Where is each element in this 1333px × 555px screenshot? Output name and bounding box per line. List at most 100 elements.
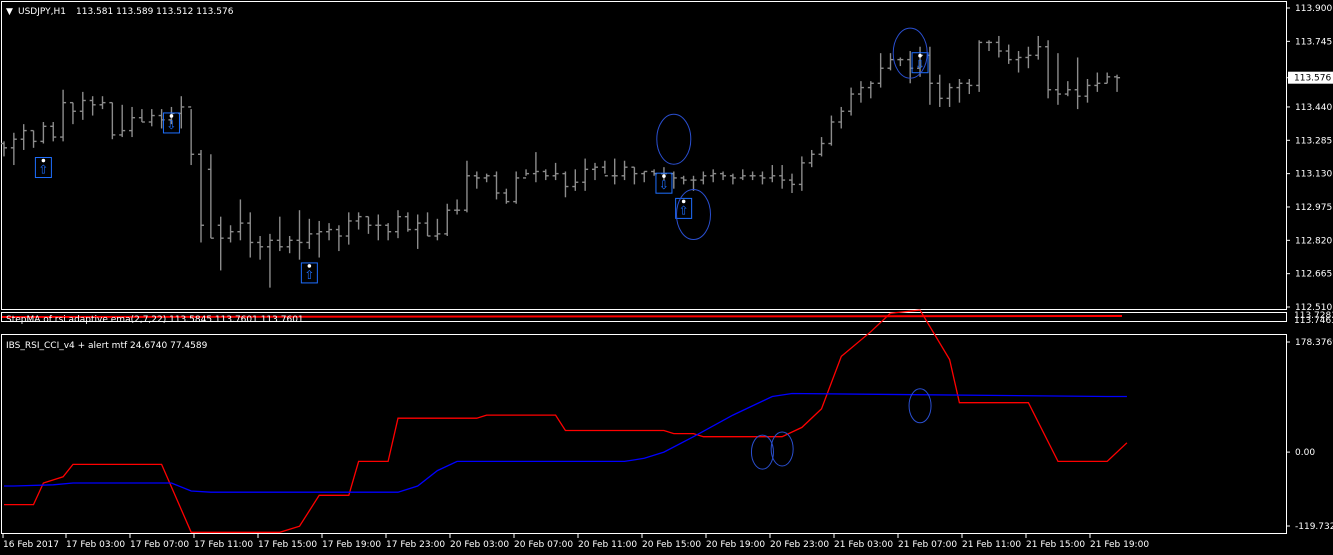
ohlc-bar: [20, 124, 27, 150]
ohlc-bar: [552, 162, 559, 181]
sell-arrow-icon[interactable]: ⇩: [655, 172, 673, 194]
ohlc-bar: [995, 35, 1002, 58]
ohlc-bar: [89, 96, 96, 116]
ohlc-bar: [513, 171, 520, 204]
header-symbol: USDJPY,H1: [18, 7, 66, 17]
sell-arrow-icon[interactable]: ⇩: [162, 112, 180, 134]
ohlc-bar: [326, 223, 333, 241]
ohlc-bar: [759, 171, 766, 185]
ohlc-bar: [828, 115, 835, 146]
ohlc-bar: [739, 169, 746, 181]
ohlc-bar: [385, 223, 392, 241]
price-tick-label: 113.440: [1295, 103, 1332, 113]
ohlc-bar: [986, 40, 992, 52]
ohlc-bar: [749, 171, 756, 181]
ohlc-bar: [473, 171, 480, 189]
ohlc-bar: [69, 101, 76, 125]
time-tick-label: 16 Feb 2017: [3, 540, 59, 550]
ohlc-bar: [1064, 81, 1071, 97]
ohlc-bar: [690, 175, 697, 191]
ohlc-bar: [887, 53, 894, 71]
indicator-blue-line: [4, 392, 1127, 493]
ohlc-bar: [848, 87, 855, 116]
ohlc-bar: [582, 158, 589, 191]
ohlc-bar: [789, 173, 795, 193]
ohlc-bar: [198, 149, 204, 243]
ohlc-bar: [365, 215, 372, 234]
ohlc-bar: [523, 169, 530, 179]
price-tick-label: 113.900: [1295, 4, 1332, 14]
ohlc-bar: [1054, 53, 1061, 105]
time-tick-label: 17 Feb 03:00: [66, 540, 125, 550]
ohlc-bar: [729, 173, 736, 185]
ohlc-bar: [296, 210, 303, 260]
ohlc-bar: [798, 156, 805, 191]
indicator-panel: 178.3769 0.00 -119.7325 IBS_RSI_CCI_v4 + a…: [1, 309, 1333, 534]
ohlc-bar: [355, 212, 362, 230]
ohlc-bar: [483, 173, 490, 183]
ohlc-bar: [109, 101, 116, 140]
svg-text:⇩: ⇩: [166, 118, 176, 132]
ohlc-bar: [700, 171, 707, 185]
ohlc-bar: [936, 74, 943, 107]
time-tick-label: 21 Feb 03:00: [834, 540, 893, 550]
price-bars: [1, 35, 1121, 288]
ohlc-bar: [1114, 74, 1121, 92]
svg-text:⇧: ⇧: [679, 203, 689, 217]
ohlc-bar: [1025, 46, 1032, 69]
ohlc-bar: [188, 106, 195, 166]
ohlc-bar: [316, 220, 323, 258]
ohlc-bar: [966, 78, 973, 95]
time-tick-label: 17 Feb 23:00: [386, 540, 445, 550]
header-quote: 113.581 113.589 113.512 113.576: [76, 7, 234, 17]
ohlc-bar: [40, 122, 47, 144]
indicator-highlight-circle: [750, 434, 774, 470]
time-tick-label: 20 Feb 19:00: [706, 540, 765, 550]
ohlc-bar: [877, 53, 884, 88]
time-tick-label: 20 Feb 03:00: [450, 540, 509, 550]
header-symbol-arrow[interactable]: ▼: [6, 7, 13, 17]
stepma-panel: StepMA of rsi adaptive ema(2,7,22) 113.5…: [1, 311, 1333, 326]
ohlc-bar: [897, 57, 904, 67]
price-tick-label: 113.130: [1295, 170, 1332, 180]
ohlc-bar: [946, 83, 953, 107]
buy-arrow-icon[interactable]: ⇧: [300, 262, 318, 284]
time-tick-label: 21 Feb 07:00: [898, 540, 957, 550]
ohlc-bar: [463, 160, 470, 213]
chart-stage: ⇧⇩⇧⇩⇧⇩ 113.900113.745113.576113.440113.2…: [1, 1, 1333, 550]
ohlc-bar: [276, 216, 283, 252]
ohlc-bar: [956, 78, 963, 103]
ohlc-bar: [1094, 72, 1101, 92]
ohlc-bar: [414, 214, 421, 249]
ohlc-bar: [562, 171, 569, 198]
time-tick-label: 17 Feb 11:00: [194, 540, 253, 550]
ohlc-bar: [1084, 78, 1091, 103]
buy-arrow-icon[interactable]: ⇧: [34, 157, 52, 179]
ohlc-bar: [119, 104, 126, 138]
buy-arrow-icon[interactable]: ⇧: [675, 197, 693, 219]
time-tick-label: 20 Feb 11:00: [578, 540, 637, 550]
current-price-label: 113.576: [1294, 74, 1331, 84]
highlight-circle: [656, 113, 692, 165]
ohlc-bar: [611, 158, 618, 185]
ohlc-bar: [641, 170, 648, 183]
ohlc-bar: [680, 175, 687, 185]
ohlc-bar: [1015, 51, 1022, 73]
time-tick-label: 17 Feb 15:00: [258, 540, 317, 550]
time-tick-label: 21 Feb 19:00: [1090, 540, 1149, 550]
ohlc-bar: [592, 162, 598, 181]
price-panel-border: [1, 1, 1287, 310]
price-signals: ⇧⇩⇧⇩⇧⇩: [34, 52, 929, 284]
time-tick-label: 20 Feb 07:00: [514, 540, 573, 550]
price-tick-label: 112.975: [1295, 203, 1332, 213]
time-tick-label: 21 Feb 15:00: [1026, 540, 1085, 550]
ohlc-bar: [257, 236, 264, 260]
ohlc-bar: [720, 171, 727, 181]
ohlc-bar: [335, 225, 342, 252]
indicator-axis: 178.3769 0.00 -119.7325: [1286, 338, 1333, 532]
time-tick-label: 17 Feb 07:00: [130, 540, 189, 550]
ohlc-bar: [395, 210, 401, 239]
svg-text:⇧: ⇧: [38, 163, 48, 177]
ohlc-bar: [79, 91, 86, 120]
ohlc-bar: [60, 89, 67, 142]
